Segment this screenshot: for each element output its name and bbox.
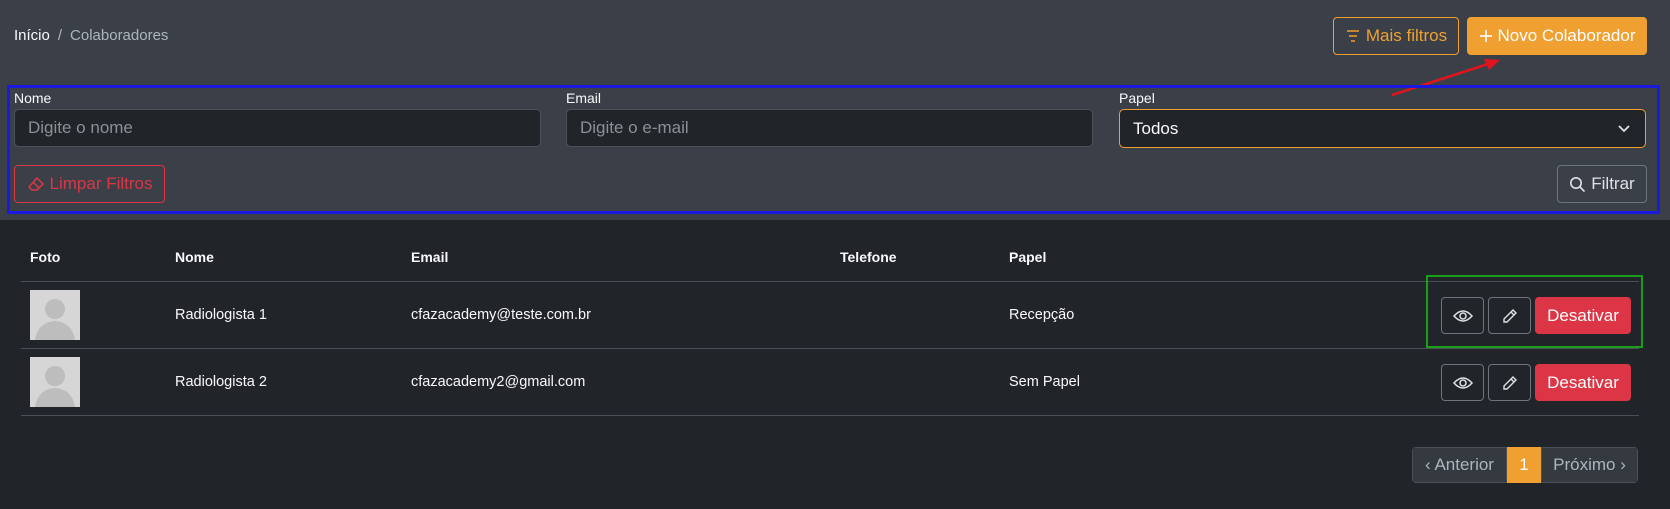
more-filters-button[interactable]: Mais filtros xyxy=(1333,17,1459,55)
avatar xyxy=(30,357,80,407)
column-header-photo[interactable]: Foto xyxy=(30,249,60,265)
email-filter-placeholder: Digite o e-mail xyxy=(580,118,689,137)
row-email: cfazacademy@teste.com.br xyxy=(411,307,591,323)
name-filter-label: Nome xyxy=(14,90,52,106)
row-role: Sem Papel xyxy=(1009,374,1080,390)
eraser-icon xyxy=(27,176,44,191)
role-filter-label: Papel xyxy=(1119,90,1155,106)
breadcrumb: Início / Colaboradores xyxy=(14,27,168,44)
clear-filters-label: Limpar Filtros xyxy=(49,174,153,193)
column-header-role[interactable]: Papel xyxy=(1009,249,1046,265)
role-filter-select[interactable]: Todos xyxy=(1119,109,1646,148)
table-row: Radiologista 2 cfazacademy2@gmail.com Se… xyxy=(21,349,1639,415)
pagination-next[interactable]: Próximo › xyxy=(1541,447,1638,483)
user-silhouette-icon xyxy=(35,299,75,340)
row-name: Radiologista 1 xyxy=(175,307,267,323)
pagination: ‹ Anterior 1 Próximo › xyxy=(1412,447,1638,483)
new-collaborator-button[interactable]: Novo Colaborador xyxy=(1467,17,1647,55)
email-filter-input[interactable]: Digite o e-mail xyxy=(566,109,1093,147)
pencil-icon xyxy=(1502,375,1517,390)
role-filter-value: Todos xyxy=(1133,118,1179,138)
clear-filters-button[interactable]: Limpar Filtros xyxy=(14,165,165,203)
breadcrumb-current: Colaboradores xyxy=(70,27,169,44)
filter-button[interactable]: Filtrar xyxy=(1557,165,1647,203)
name-filter-placeholder: Digite o nome xyxy=(28,118,133,137)
user-silhouette-icon xyxy=(35,366,75,407)
column-header-name[interactable]: Nome xyxy=(175,249,214,265)
row-email: cfazacademy2@gmail.com xyxy=(411,374,586,390)
row-name: Radiologista 2 xyxy=(175,374,267,390)
table-divider xyxy=(21,415,1639,416)
filter-lines-icon xyxy=(1346,30,1359,42)
deactivate-button[interactable]: Desativar xyxy=(1535,364,1631,401)
actions-highlight-box xyxy=(1426,275,1643,348)
view-button[interactable] xyxy=(1441,364,1484,401)
table-row: Radiologista 1 cfazacademy@teste.com.br … xyxy=(21,282,1639,348)
more-filters-label: Mais filtros xyxy=(1365,26,1448,45)
pagination-page[interactable]: 1 xyxy=(1507,447,1541,483)
filter-label: Filtrar xyxy=(1591,174,1635,193)
filter-highlight-box xyxy=(7,85,1660,214)
search-icon xyxy=(1570,176,1586,192)
edit-button[interactable] xyxy=(1488,364,1531,401)
row-role: Recepção xyxy=(1009,307,1075,323)
name-filter-input[interactable]: Digite o nome xyxy=(14,109,541,147)
avatar xyxy=(30,290,80,340)
email-filter-label: Email xyxy=(566,90,602,106)
column-header-email[interactable]: Email xyxy=(411,249,448,265)
plus-icon xyxy=(1479,30,1492,42)
column-header-phone[interactable]: Telefone xyxy=(840,249,897,265)
chevron-down-icon xyxy=(1618,125,1630,133)
new-collaborator-label: Novo Colaborador xyxy=(1497,26,1636,45)
eye-icon xyxy=(1452,376,1473,389)
breadcrumb-home[interactable]: Início xyxy=(14,27,50,44)
pagination-prev[interactable]: ‹ Anterior xyxy=(1412,447,1507,483)
breadcrumb-separator: / xyxy=(57,27,63,44)
